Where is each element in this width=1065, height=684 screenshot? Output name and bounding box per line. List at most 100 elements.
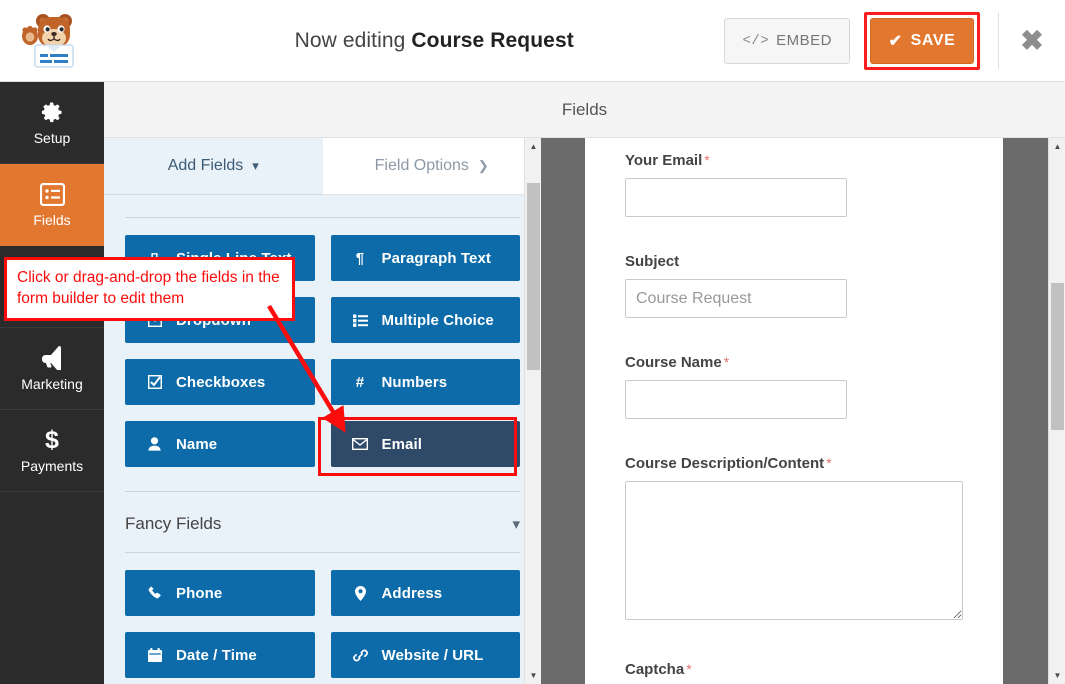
field-button-label: Checkboxes: [176, 374, 265, 391]
field-button-label: Website / URL: [382, 647, 484, 664]
editing-prefix: Now editing: [295, 29, 406, 52]
required-marker: *: [826, 455, 831, 471]
preview-field-subject[interactable]: Subject: [625, 253, 963, 318]
preview-label-text: Your Email: [625, 152, 702, 169]
panel-header-title: Fields: [562, 100, 607, 120]
close-button[interactable]: ✖: [999, 0, 1065, 82]
scroll-up-arrow-icon[interactable]: ▲: [525, 138, 542, 155]
preview-field-course-description[interactable]: Course Description/Content*: [625, 455, 963, 625]
tab-add-fields-label: Add Fields: [168, 157, 244, 175]
field-button-phone[interactable]: Phone: [125, 570, 315, 616]
field-button-multiple-choice[interactable]: Multiple Choice: [331, 297, 521, 343]
required-marker: *: [704, 152, 709, 168]
scroll-up-arrow-icon[interactable]: ▲: [1049, 138, 1065, 155]
fields-panel-scrollbar[interactable]: ▲ ▼: [524, 138, 541, 684]
save-button-highlight: ✔ SAVE: [864, 12, 980, 70]
form-name: Course Request: [411, 29, 573, 52]
your-email-input[interactable]: [625, 178, 847, 217]
preview-field-label: Captcha*: [625, 661, 963, 678]
map-pin-icon: [352, 586, 369, 601]
fancy-fields-grid: Phone Address: [125, 570, 520, 678]
hash-icon: #: [352, 374, 369, 391]
field-button-label: Multiple Choice: [382, 312, 494, 329]
svg-text:$: $: [45, 427, 59, 453]
tab-add-fields[interactable]: Add Fields ▾: [104, 138, 323, 195]
checkmark-icon: ✔: [889, 31, 903, 51]
field-button-label: Date / Time: [176, 647, 257, 664]
panel-header: Fields: [104, 82, 1065, 138]
calendar-icon: [146, 648, 163, 662]
fancy-fields-header[interactable]: Fancy Fields ▾: [125, 514, 520, 534]
fancy-fields-divider-top: [125, 491, 520, 492]
field-button-label: Address: [382, 585, 443, 602]
wpforms-logo: [0, 0, 104, 82]
bear-mascot-icon: [19, 10, 85, 72]
page-scrollbar[interactable]: ▲ ▼: [1048, 138, 1065, 684]
radio-list-icon: [352, 314, 369, 327]
sidebar-item-label: Setup: [34, 130, 71, 146]
course-name-input[interactable]: [625, 380, 847, 419]
preview-label-text: Subject: [625, 253, 679, 270]
gear-icon: [40, 99, 64, 125]
fancy-fields-divider-bottom: [125, 552, 520, 553]
preview-label-text: Course Name: [625, 354, 722, 371]
header-actions: </> EMBED ✔ SAVE ✖: [724, 0, 1065, 82]
save-button[interactable]: ✔ SAVE: [870, 18, 974, 64]
required-marker: *: [724, 354, 729, 370]
field-button-numbers[interactable]: # Numbers: [331, 359, 521, 405]
form-builder-window: Now editing Course Request </> EMBED ✔ S…: [0, 0, 1065, 684]
megaphone-icon: [38, 345, 66, 371]
add-fields-panel: Add Fields ▾ Field Options ❯ ▯ Single Li…: [104, 138, 541, 684]
scrollbar-thumb[interactable]: [1051, 283, 1064, 430]
embed-button-label: EMBED: [776, 32, 832, 49]
sidebar-item-marketing[interactable]: Marketing: [0, 328, 104, 410]
close-x-icon: ✖: [1020, 27, 1043, 55]
sidebar-item-fields[interactable]: Fields: [0, 164, 104, 246]
field-button-address[interactable]: Address: [331, 570, 521, 616]
chevron-down-icon: ▾: [252, 158, 259, 174]
panel-tabs: Add Fields ▾ Field Options ❯: [104, 138, 541, 195]
sidebar-item-label: Fields: [33, 212, 70, 228]
tab-field-options-label: Field Options: [375, 157, 469, 175]
form-preview: Your Email* Subject Course Name* Course …: [585, 138, 1003, 684]
instruction-callout-text: Click or drag-and-drop the fields in the…: [17, 267, 282, 310]
form-preview-inner: Your Email* Subject Course Name* Course …: [585, 138, 1003, 684]
fancy-fields-title: Fancy Fields: [125, 514, 221, 534]
preview-field-label: Course Description/Content*: [625, 455, 963, 472]
required-marker: *: [686, 661, 691, 677]
field-button-label: Numbers: [382, 374, 448, 391]
list-form-icon: [40, 181, 65, 207]
top-header-bar: Now editing Course Request </> EMBED ✔ S…: [0, 0, 1065, 82]
phone-icon: [146, 586, 163, 600]
paragraph-icon: ¶: [352, 250, 369, 267]
user-icon: [146, 437, 163, 451]
field-button-checkboxes[interactable]: Checkboxes: [125, 359, 315, 405]
sidebar-item-payments[interactable]: $ Payments: [0, 410, 104, 492]
page-title: Now editing Course Request: [104, 29, 724, 53]
field-button-date-time[interactable]: Date / Time: [125, 632, 315, 678]
tab-field-options[interactable]: Field Options ❯: [323, 138, 542, 195]
link-icon: [352, 648, 369, 663]
preview-field-course-name[interactable]: Course Name*: [625, 354, 963, 419]
checkbox-icon: [146, 375, 163, 389]
preview-field-your-email[interactable]: Your Email*: [625, 152, 963, 217]
preview-field-label: Subject: [625, 253, 963, 270]
preview-field-captcha[interactable]: Captcha*: [625, 661, 963, 684]
field-button-name[interactable]: Name: [125, 421, 315, 467]
scroll-down-arrow-icon[interactable]: ▼: [1049, 667, 1065, 684]
field-button-paragraph-text[interactable]: ¶ Paragraph Text: [331, 235, 521, 281]
scrollbar-thumb[interactable]: [527, 183, 540, 370]
preview-field-label: Your Email*: [625, 152, 963, 169]
sidebar-item-setup[interactable]: Setup: [0, 82, 104, 164]
code-brackets-icon: </>: [742, 33, 769, 49]
course-description-textarea[interactable]: [625, 481, 963, 620]
field-button-label: Phone: [176, 585, 222, 602]
save-button-label: SAVE: [911, 32, 956, 50]
embed-button[interactable]: </> EMBED: [724, 18, 850, 64]
sidebar-item-label: Payments: [21, 458, 83, 474]
subject-input[interactable]: [625, 279, 847, 318]
preview-label-text: Captcha: [625, 661, 684, 678]
sidebar-item-label: Marketing: [21, 376, 82, 392]
field-button-website-url[interactable]: Website / URL: [331, 632, 521, 678]
scroll-down-arrow-icon[interactable]: ▼: [525, 667, 542, 684]
